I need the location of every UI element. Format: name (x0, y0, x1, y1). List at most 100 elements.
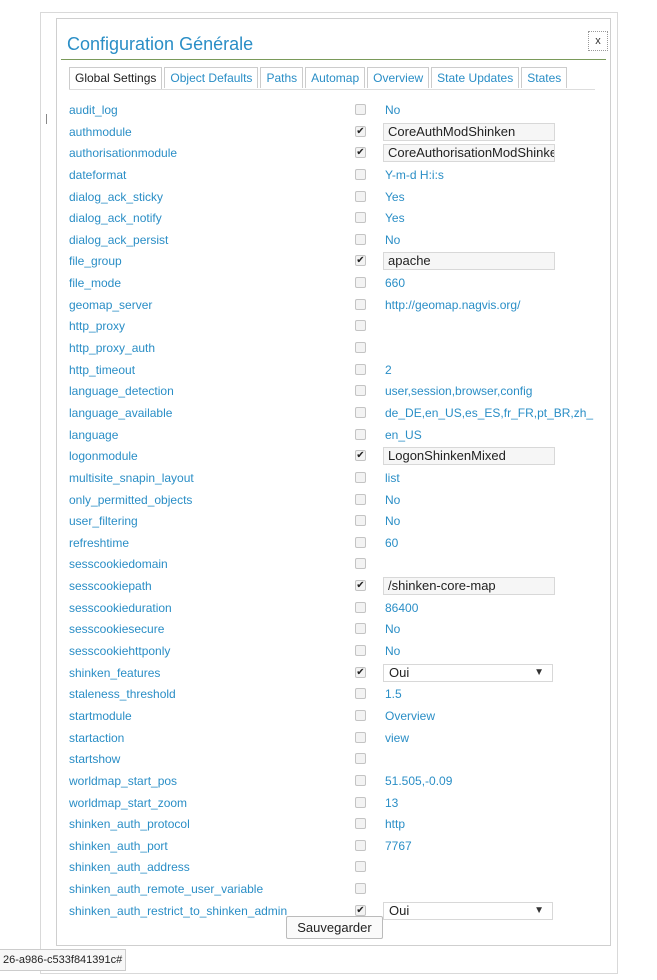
override-checkbox[interactable] (355, 796, 366, 808)
setting-label: http_proxy_auth (69, 341, 156, 356)
override-checkbox[interactable] (355, 558, 366, 570)
setting-row: shinken_auth_port 7767 (57, 836, 610, 858)
override-checkbox[interactable] (355, 212, 366, 224)
setting-value: 86400 (385, 600, 419, 615)
override-checkbox[interactable] (355, 861, 366, 873)
setting-value: list (385, 470, 400, 485)
setting-value: en_US (385, 427, 422, 442)
setting-row: worldmap_start_zoom 13 (57, 793, 610, 815)
setting-row: worldmap_start_pos 51.505,-0.09 (57, 771, 610, 793)
setting-row: multisite_snapin_layout list (57, 468, 610, 490)
setting-label: sesscookiepath (69, 579, 152, 594)
setting-select[interactable]: Oui ▼ (383, 901, 553, 920)
setting-value: 2 (385, 362, 392, 377)
setting-value: No (385, 232, 401, 247)
override-checkbox[interactable] (355, 320, 366, 332)
setting-row: only_permitted_objects No (57, 490, 610, 512)
override-checkbox[interactable]: ✔ (355, 904, 366, 916)
override-checkbox[interactable]: ✔ (355, 125, 366, 137)
override-checkbox[interactable] (355, 385, 366, 397)
setting-input[interactable]: /shinken-core-map (383, 577, 555, 596)
setting-select[interactable]: Oui ▼ (383, 663, 553, 682)
setting-input[interactable]: CoreAuthModShinken (383, 122, 555, 141)
override-checkbox[interactable] (355, 298, 366, 310)
setting-row: shinken_auth_address (57, 857, 610, 879)
setting-value: 1.5 (385, 687, 402, 702)
close-button[interactable]: x (588, 31, 608, 51)
tab-state-updates[interactable]: State Updates (431, 67, 520, 88)
setting-row: language_detection user,session,browser,c… (57, 381, 610, 403)
override-checkbox[interactable] (355, 471, 366, 483)
setting-value: user,session,browser,config (385, 384, 533, 399)
settings-list: audit_log No authmodule ✔ CoreAuthModShinken… (57, 100, 610, 922)
override-checkbox[interactable] (355, 623, 366, 635)
override-checkbox[interactable] (355, 645, 366, 657)
setting-label: startaction (69, 730, 125, 745)
override-checkbox[interactable] (355, 493, 366, 505)
override-checkbox[interactable] (355, 406, 366, 418)
override-checkbox[interactable] (355, 104, 366, 115)
setting-label: dialog_ack_persist (69, 232, 169, 247)
setting-label: shinken_features (69, 665, 161, 680)
setting-row: sesscookiedomain (57, 554, 610, 576)
tab-states[interactable]: States (521, 67, 568, 88)
setting-value: http://geomap.nagvis.org/ (385, 297, 521, 312)
override-checkbox[interactable] (355, 731, 366, 743)
setting-label: http_timeout (69, 362, 136, 377)
override-checkbox[interactable] (355, 168, 366, 180)
setting-row: http_proxy_auth (57, 338, 610, 360)
setting-row: sesscookieduration 86400 (57, 598, 610, 620)
override-checkbox[interactable] (355, 601, 366, 613)
setting-label: startmodule (69, 708, 132, 723)
tab-global-settings[interactable]: Global Settings (69, 67, 163, 89)
setting-input[interactable]: apache (383, 252, 555, 271)
override-checkbox[interactable] (355, 515, 366, 527)
setting-label: user_filtering (69, 514, 138, 529)
override-checkbox[interactable]: ✔ (355, 666, 366, 678)
override-checkbox[interactable] (355, 536, 366, 548)
setting-label: shinken_auth_address (69, 860, 190, 875)
setting-row: startaction view (57, 728, 610, 750)
override-checkbox[interactable]: ✔ (355, 580, 366, 592)
setting-label: dialog_ack_sticky (69, 189, 164, 204)
setting-row: authorisationmodule ✔ CoreAuthorisationMod… (57, 143, 610, 165)
override-checkbox[interactable] (355, 277, 366, 289)
setting-input[interactable]: CoreAuthorisationModShinken (383, 144, 555, 163)
setting-row: file_group ✔ apache (57, 251, 610, 273)
tab-automap[interactable]: Automap (305, 67, 366, 88)
dialog-title: Configuration Générale (67, 34, 254, 54)
override-checkbox[interactable] (355, 233, 366, 245)
setting-value: No (385, 514, 401, 529)
override-checkbox[interactable] (355, 883, 366, 895)
tab-overview[interactable]: Overview (367, 67, 430, 88)
setting-row: refreshtime 60 (57, 533, 610, 555)
setting-label: shinken_auth_restrict_to_shinken_admin (69, 903, 288, 918)
override-checkbox[interactable] (355, 839, 366, 851)
tab-object-defaults[interactable]: Object Defaults (164, 67, 259, 88)
setting-row: dialog_ack_sticky Yes (57, 187, 610, 209)
setting-label: only_permitted_objects (69, 492, 193, 507)
setting-value: No (385, 622, 401, 637)
save-button[interactable]: Sauvegarder (286, 916, 383, 939)
override-checkbox[interactable] (355, 688, 366, 700)
override-checkbox[interactable]: ✔ (355, 450, 366, 462)
override-checkbox[interactable] (355, 818, 366, 830)
title-divider (61, 59, 606, 60)
override-checkbox[interactable]: ✔ (355, 255, 366, 267)
override-checkbox[interactable] (355, 190, 366, 202)
setting-row: startshow (57, 749, 610, 771)
setting-value: Yes (385, 211, 405, 226)
override-checkbox[interactable] (355, 428, 366, 440)
override-checkbox[interactable]: ✔ (355, 147, 366, 159)
override-checkbox[interactable] (355, 709, 366, 721)
override-checkbox[interactable] (355, 753, 366, 765)
override-checkbox[interactable] (355, 342, 366, 354)
override-checkbox[interactable] (355, 363, 366, 375)
chevron-down-icon: ▼ (534, 904, 544, 916)
override-checkbox[interactable] (355, 774, 366, 786)
chevron-down-icon: ▼ (534, 666, 544, 678)
setting-row: shinken_features ✔ Oui ▼ (57, 663, 610, 685)
tab-paths[interactable]: Paths (260, 67, 304, 88)
setting-label: shinken_auth_protocol (69, 817, 190, 832)
setting-input[interactable]: LogonShinkenMixed (383, 447, 555, 466)
